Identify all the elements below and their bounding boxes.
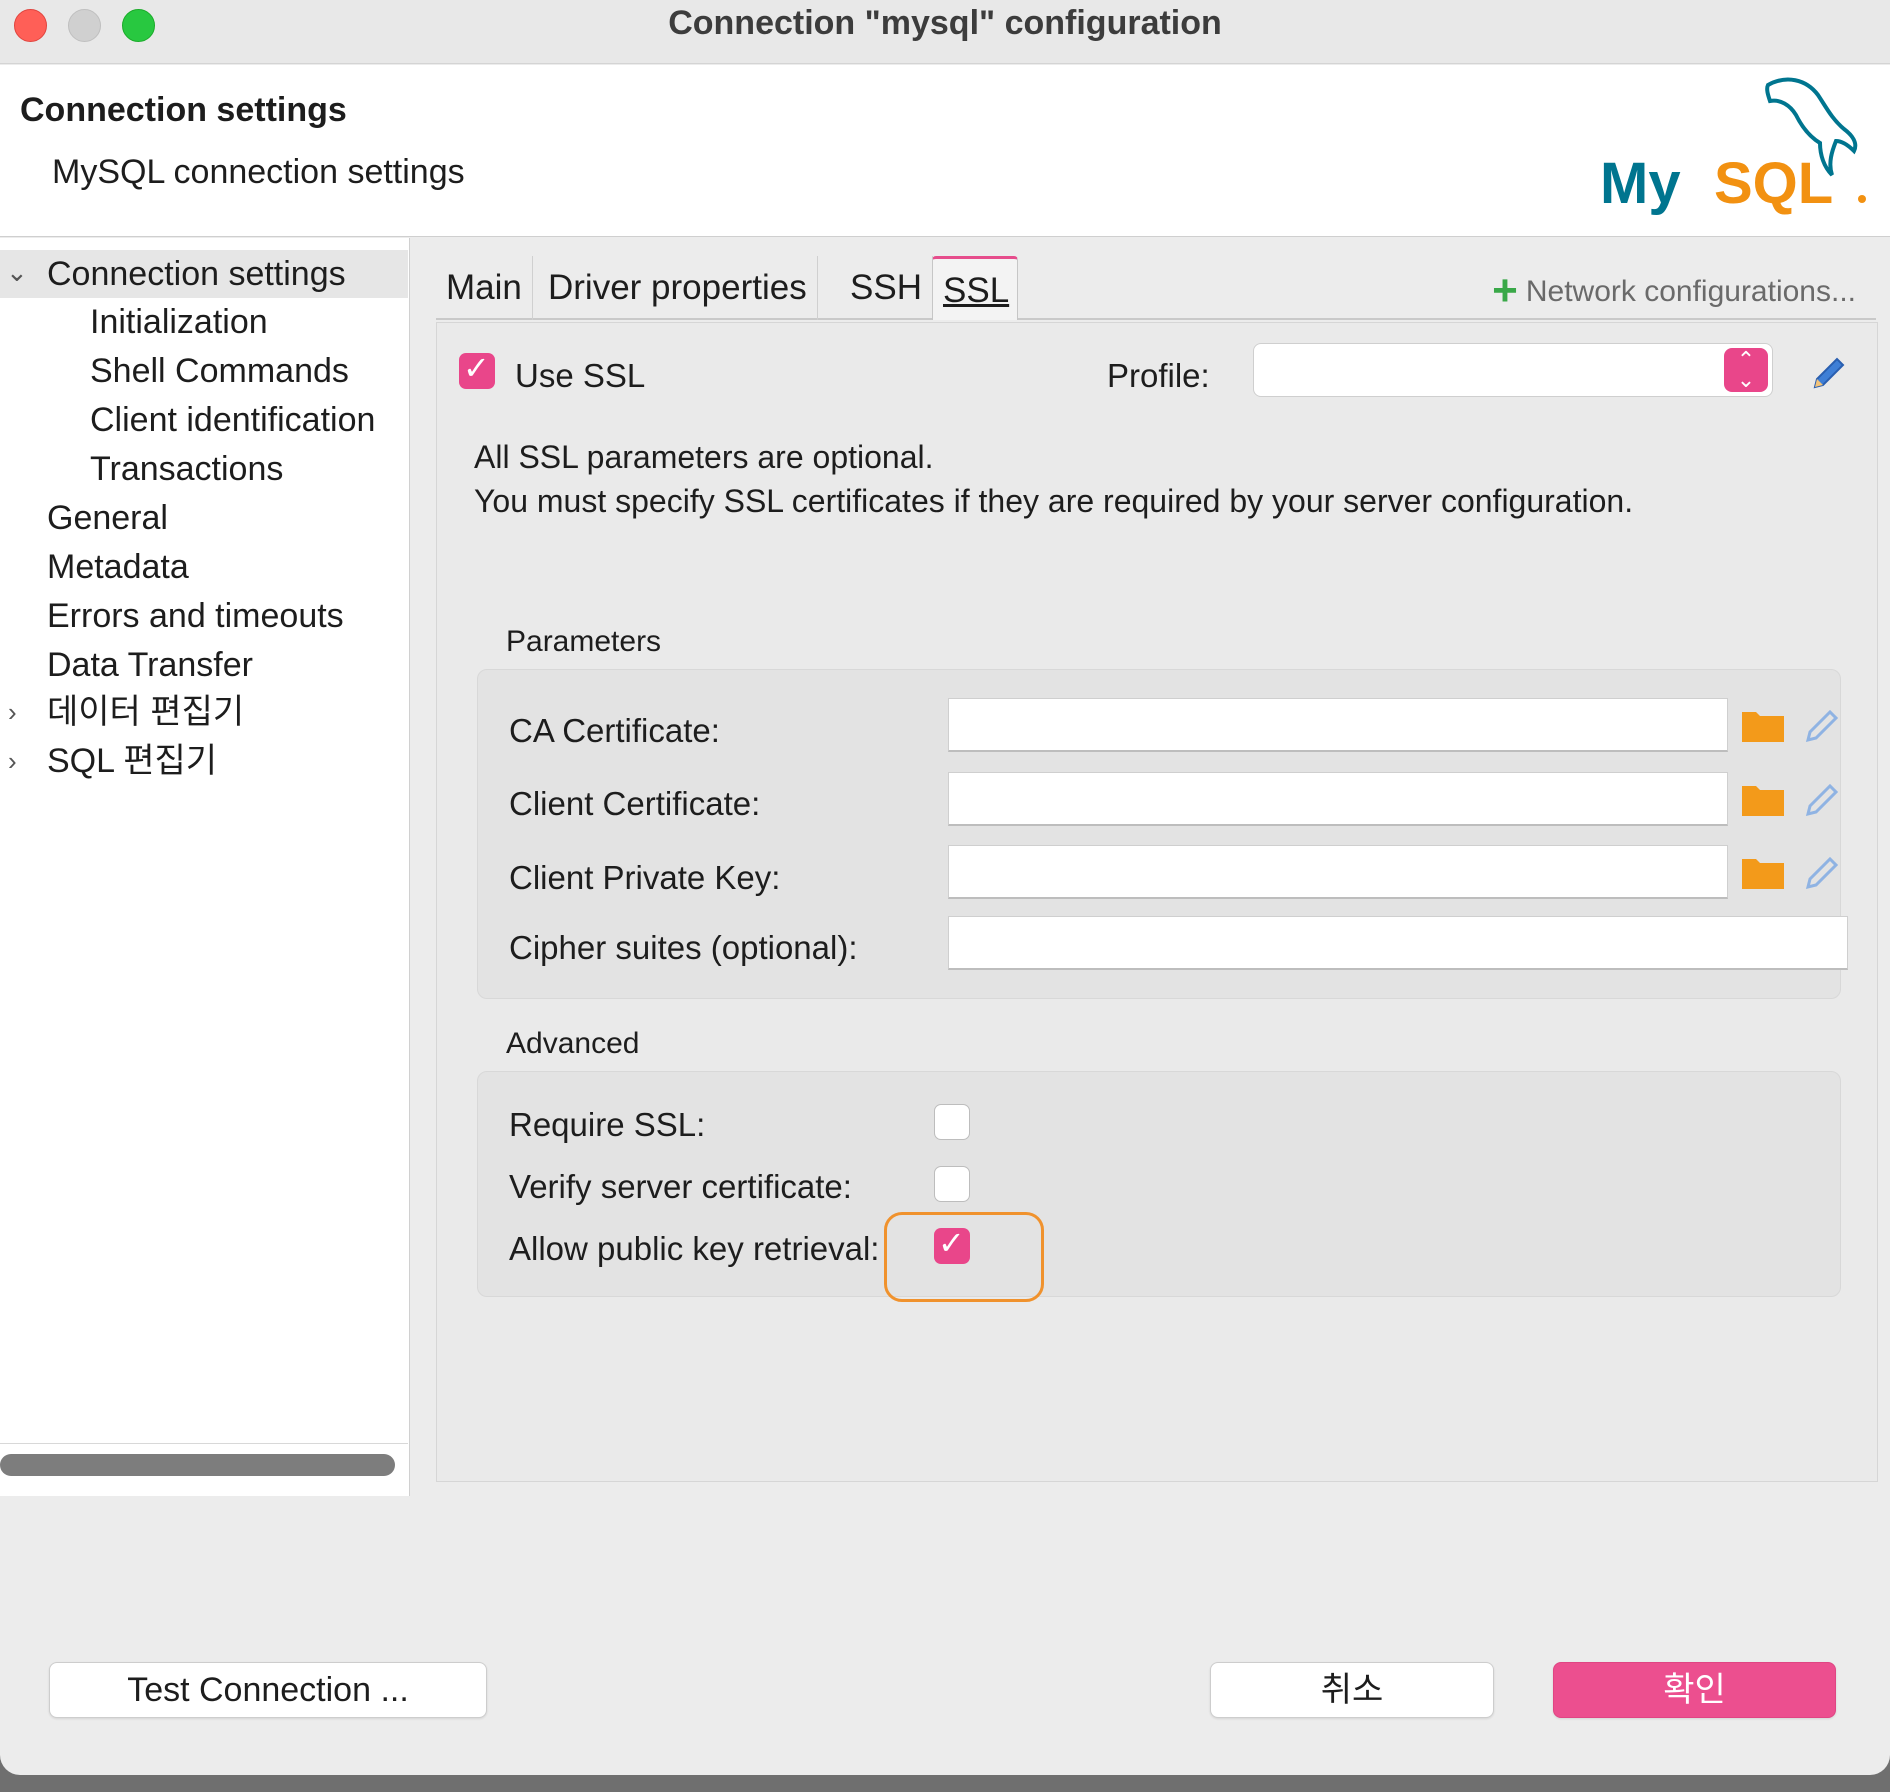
tree-item-metadata[interactable]: Metadata (47, 543, 189, 591)
cipher-suites-input[interactable] (948, 916, 1848, 970)
chevron-right-icon[interactable]: › (8, 737, 17, 785)
settings-tree: ⌄ Connection settings Initialization She… (0, 238, 410, 1496)
svg-text:My: My (1600, 151, 1681, 216)
pencil-icon[interactable] (1802, 851, 1844, 893)
tree-item-client-identification[interactable]: Client identification (90, 396, 375, 444)
tree-item-transactions[interactable]: Transactions (90, 445, 283, 493)
tree-item-general[interactable]: General (47, 494, 168, 542)
folder-icon[interactable] (1742, 855, 1784, 889)
ca-certificate-label: CA Certificate: (509, 712, 720, 749)
cancel-button[interactable]: 취소 (1210, 1662, 1494, 1718)
select-stepper-icon[interactable]: ⌃ ⌄ (1724, 348, 1768, 392)
connection-config-window: Connection "mysql" configuration Connect… (0, 0, 1890, 1775)
parameters-section-title: Parameters (506, 625, 662, 658)
tree-item-shell-commands[interactable]: Shell Commands (90, 347, 349, 395)
network-configurations-label: Network configurations... (1525, 275, 1856, 308)
svg-text:SQL: SQL (1714, 151, 1833, 216)
use-ssl-checkbox[interactable] (459, 349, 495, 389)
profile-label: Profile: (1107, 357, 1210, 394)
sidebar-divider (0, 1443, 408, 1444)
chevron-right-icon[interactable]: › (8, 688, 17, 736)
page-subtitle: MySQL connection settings (52, 153, 465, 191)
page-header: Connection settings MySQL connection set… (0, 65, 1890, 237)
title-bar: Connection "mysql" configuration (0, 0, 1890, 64)
ssl-info-line1: All SSL parameters are optional. (474, 439, 934, 475)
window-title: Connection "mysql" configuration (668, 4, 1222, 42)
folder-icon[interactable] (1742, 782, 1784, 816)
pencil-icon[interactable] (1802, 704, 1844, 746)
network-configurations-button[interactable]: + Network configurations... (1492, 266, 1856, 316)
tree-item-initialization[interactable]: Initialization (90, 298, 268, 346)
tree-item-label: 데이터 편집기 (47, 693, 245, 731)
verify-server-certificate-label: Verify server certificate: (509, 1168, 852, 1205)
tree-item-errors-timeouts[interactable]: Errors and timeouts (47, 592, 344, 640)
use-ssl-label: Use SSL (515, 357, 646, 394)
tree-item-label: SQL 편집기 (47, 742, 218, 780)
tab-main[interactable]: Main (436, 256, 533, 320)
profile-select[interactable]: ⌃ ⌄ (1253, 343, 1773, 397)
parameters-group: CA Certificate: Client Certificate: Clie… (477, 669, 1848, 999)
tree-item-data-transfer[interactable]: Data Transfer (47, 641, 253, 689)
client-certificate-input[interactable] (948, 772, 1728, 826)
ok-button[interactable]: 확인 (1553, 1662, 1836, 1718)
tab-driver-properties[interactable]: Driver properties (538, 256, 818, 320)
tree-item-sql-editor[interactable]: › SQL 편집기 (0, 737, 400, 785)
highlight-annotation (884, 1212, 1044, 1302)
edit-profile-pencil-icon[interactable] (1807, 351, 1851, 395)
require-ssl-checkbox[interactable] (934, 1104, 970, 1140)
ssl-panel: Use SSL Profile: ⌃⌄ All SSL parameters a… (436, 322, 1878, 1482)
tab-ssl[interactable]: SSL (932, 256, 1018, 320)
tree-item-connection-settings[interactable]: ⌄ Connection settings (0, 250, 408, 298)
advanced-section-title: Advanced (506, 1027, 640, 1060)
client-certificate-label: Client Certificate: (509, 785, 761, 822)
tab-bar: Main Driver properties SSH SSL + Network … (436, 256, 1876, 320)
advanced-group: Require SSL: Verify server certificate: … (477, 1071, 1841, 1297)
verify-server-certificate-checkbox[interactable] (934, 1166, 970, 1202)
tree-item-label: Connection settings (47, 255, 346, 293)
folder-icon[interactable] (1742, 708, 1784, 742)
page-title: Connection settings (20, 91, 347, 129)
mysql-logo: My SQL (1600, 77, 1866, 216)
tab-ssl-label: SSL (943, 271, 1010, 310)
client-private-key-input[interactable] (948, 845, 1728, 899)
allow-public-key-retrieval-label: Allow public key retrieval: (509, 1230, 880, 1267)
pencil-icon[interactable] (1802, 778, 1844, 820)
ca-certificate-input[interactable] (948, 698, 1728, 752)
ssl-info-line2: You must specify SSL certificates if the… (474, 483, 1634, 519)
require-ssl-label: Require SSL: (509, 1106, 706, 1143)
tree-item-data-editor[interactable]: › 데이터 편집기 (0, 688, 400, 736)
client-private-key-label: Client Private Key: (509, 859, 781, 896)
chevron-down-icon[interactable]: ⌄ (6, 248, 28, 296)
test-connection-button[interactable]: Test Connection ... (49, 1662, 487, 1718)
cipher-suites-label: Cipher suites (optional): (509, 929, 858, 966)
horizontal-scrollbar[interactable] (0, 1454, 395, 1476)
plus-icon: + (1492, 266, 1518, 315)
tab-ssh[interactable]: SSH (840, 256, 933, 320)
